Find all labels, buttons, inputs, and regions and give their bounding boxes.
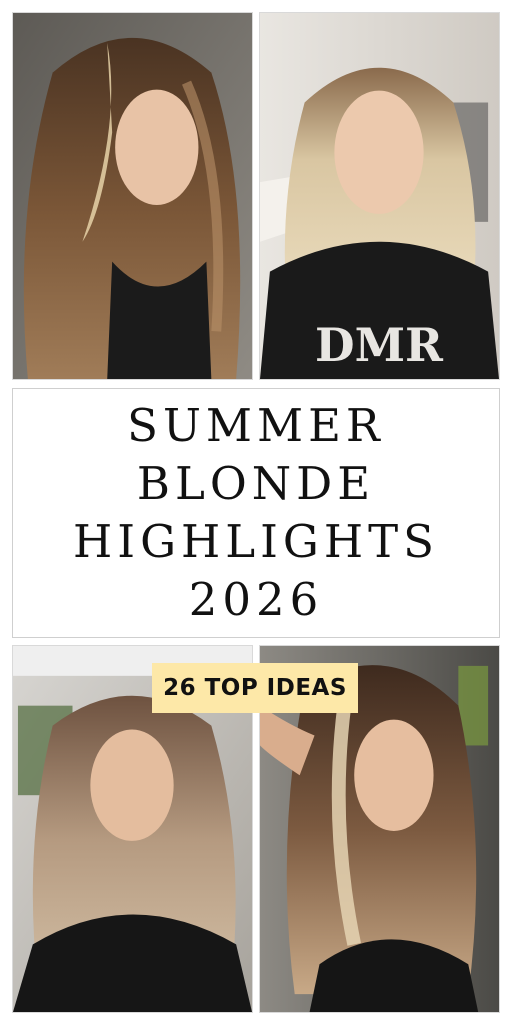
title-line-3: HIGHLIGHTS	[73, 515, 439, 568]
woman-portrait-image: DMR	[260, 13, 499, 379]
title-line-4: 2026	[188, 573, 324, 626]
hair-photo-2: DMR	[259, 12, 500, 380]
cape-logo-text: DMR	[315, 318, 444, 372]
top-ideas-badge: 26 TOP IDEAS	[152, 663, 358, 713]
title-line-2: BLONDE	[136, 457, 376, 510]
woman-portrait-image	[13, 13, 252, 379]
hair-photo-1	[12, 12, 253, 380]
title-line-1: SUMMER	[127, 399, 385, 452]
title-card: SUMMER BLONDE HIGHLIGHTS 2026	[12, 388, 500, 638]
